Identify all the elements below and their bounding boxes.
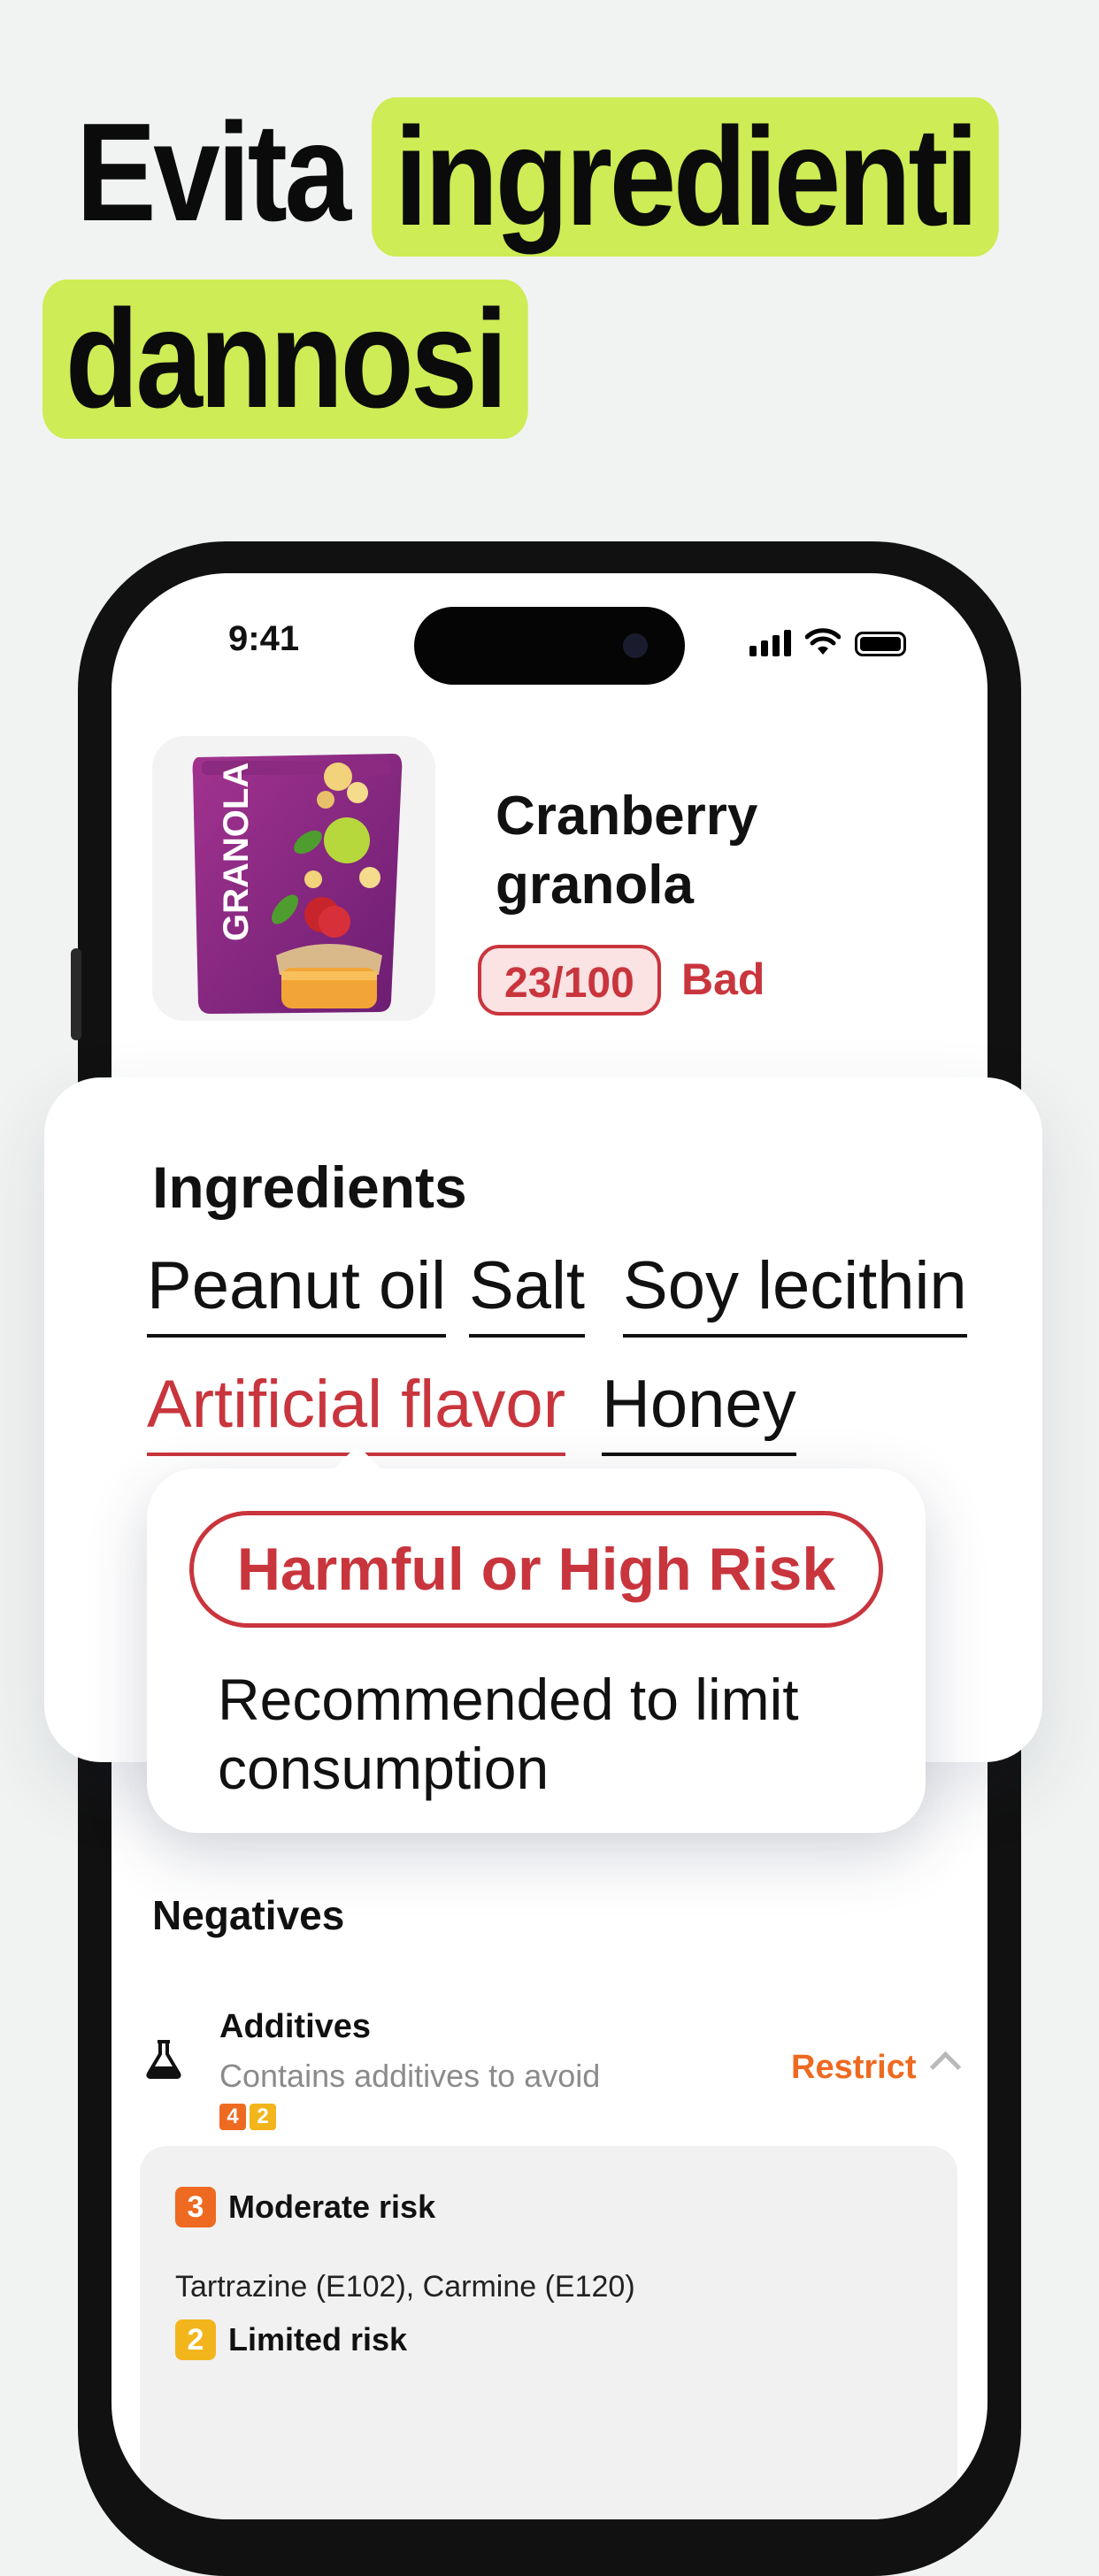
additive-badge: 4 <box>219 2104 246 2130</box>
package-label: GRANOLA <box>217 763 256 941</box>
granola-package-icon: GRANOLA <box>192 754 403 1014</box>
ingredients-title: Ingredients <box>152 1154 467 1220</box>
negatives-title: Negatives <box>152 1892 345 1938</box>
ingredient-chip[interactable]: Honey <box>602 1362 796 1456</box>
risk-badge: 3 <box>175 2187 216 2227</box>
product-image: GRANOLA <box>152 736 435 1021</box>
ingredient-chip[interactable]: Peanut oil <box>147 1244 447 1338</box>
risk-level-pill: Harmful or High Risk <box>189 1511 883 1628</box>
ingredient-chip[interactable]: Salt <box>469 1244 585 1338</box>
risk-badge: 2 <box>175 2319 216 2360</box>
ingredient-chip[interactable]: Soy lecithin <box>623 1244 967 1338</box>
phone-side-button <box>71 948 81 1040</box>
headline-highlight: dannosi <box>42 280 528 439</box>
risk-row: 2 Limited risk <box>175 2319 407 2360</box>
headline: Evita ingredienti dannosi <box>0 0 1099 495</box>
wifi-icon <box>805 628 841 655</box>
status-time: 9:41 <box>228 619 300 658</box>
ingredient-chip-harmful[interactable]: Artificial flavor <box>147 1362 565 1456</box>
additives-title: Additives <box>219 2008 372 2045</box>
dynamic-island <box>414 607 685 685</box>
ingredient-risk-popup: Harmful or High Risk Recommended to limi… <box>147 1445 926 1833</box>
restrict-label[interactable]: Restrict <box>791 2049 917 2087</box>
additive-badges: 4 2 <box>219 2104 276 2130</box>
additive-badge: 2 <box>250 2104 276 2130</box>
product-title-line: granola <box>496 855 694 916</box>
headline-highlight: ingredienti <box>372 97 999 257</box>
additives-risk-panel: 3 Moderate risk Tartrazine (E102), Carmi… <box>140 2146 957 2519</box>
additives-subtitle: Contains additives to avoid <box>219 2058 601 2094</box>
chevron-up-icon[interactable] <box>929 2051 962 2083</box>
product-title-line: Cranberry <box>496 786 758 847</box>
risk-row: 3 Moderate risk <box>175 2187 435 2227</box>
battery-icon <box>855 632 906 656</box>
cellular-signal-icon <box>749 630 791 656</box>
risk-label: Moderate risk <box>228 2189 436 2225</box>
score-badge: 23/100 <box>478 945 661 1016</box>
camera-icon <box>623 633 648 658</box>
headline-word: Evita <box>76 95 351 250</box>
status-icons <box>749 628 906 656</box>
risk-description: Recommended to limit consumption <box>218 1667 799 1801</box>
risk-items: Tartrazine (E102), Carmine (E120) <box>175 2270 635 2304</box>
product-title: Cranberry granola <box>496 782 757 920</box>
flask-icon <box>146 2040 181 2079</box>
risk-label: Limited risk <box>228 2321 408 2358</box>
score-rating: Bad <box>681 954 765 1004</box>
